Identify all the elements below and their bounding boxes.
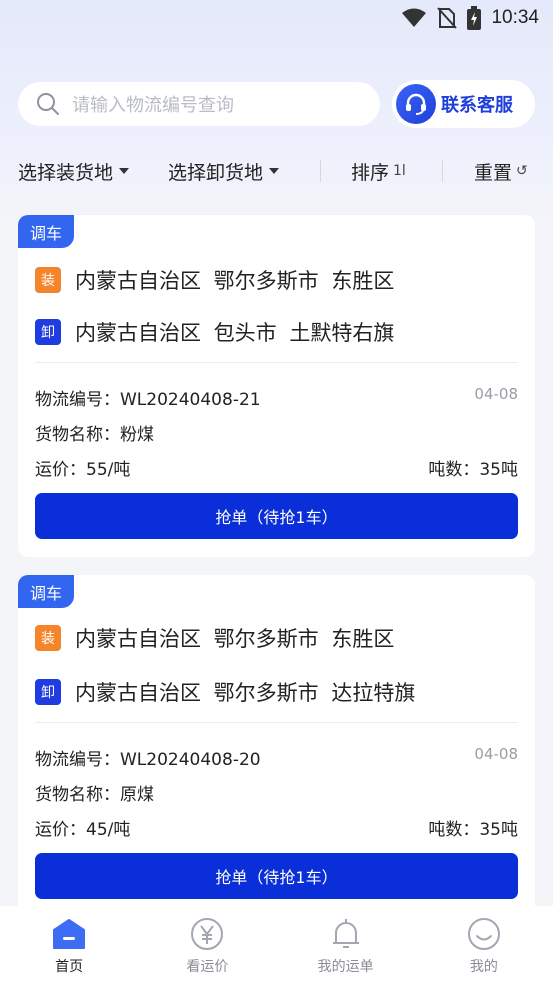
sort-button[interactable]: 排序 1l: [351, 154, 406, 188]
reset-button[interactable]: 重置 ↺: [474, 154, 528, 188]
load-place-dropdown[interactable]: 选择装货地: [18, 154, 130, 188]
divider: [442, 160, 443, 182]
tab-freight-price[interactable]: 看运价: [138, 906, 276, 983]
no-sim-icon: [437, 7, 458, 29]
unload-place-dropdown[interactable]: 选择卸货地: [168, 154, 280, 188]
tab-home[interactable]: 首页: [0, 906, 138, 983]
yuan-icon: [189, 916, 225, 952]
logistics-number: 物流编号：WL20240408-20: [35, 750, 261, 770]
tab-home-label: 首页: [55, 959, 84, 975]
goods-name: 货物名称：粉煤: [35, 425, 154, 445]
load-place-label: 选择装货地: [18, 161, 114, 184]
clock: 10:34: [491, 7, 539, 28]
contact-service-button[interactable]: 联系客服: [392, 80, 535, 128]
unload-badge: 卸: [35, 319, 61, 345]
tab-freight-price-label: 看运价: [186, 959, 229, 975]
grab-order-button[interactable]: 抢单（待抢1车）: [35, 853, 518, 899]
freight-price: 运价：55/吨: [35, 460, 131, 480]
status-icons: 10:34: [401, 6, 539, 30]
tab-my-waybill-label: 我的运单: [317, 959, 374, 975]
tab-mine-label: 我的: [469, 959, 498, 975]
load-route: 内蒙古自治区 鄂尔多斯市 东胜区: [75, 269, 395, 293]
sort-label: 排序: [351, 161, 390, 184]
search-icon: [37, 93, 59, 115]
dispatch-tag: 调车: [18, 215, 74, 248]
order-date: 04-08: [474, 745, 518, 763]
search-input[interactable]: 请输入物流编号查询: [18, 82, 380, 126]
unload-badge: 卸: [35, 679, 61, 705]
headset-icon: [396, 84, 436, 124]
tab-mine[interactable]: 我的: [415, 906, 553, 983]
battery-charging-icon: [467, 6, 482, 30]
dispatch-tag: 调车: [18, 575, 74, 608]
card-divider: [35, 362, 518, 363]
load-route-row: 装 内蒙古自治区 鄂尔多斯市 东胜区: [35, 265, 394, 295]
search-row: 请输入物流编号查询 联系客服: [18, 80, 535, 128]
caret-down-icon: [269, 168, 280, 174]
caret-down-icon: [119, 168, 130, 174]
filter-bar: 选择装货地 选择卸货地 排序 1l 重置 ↺: [18, 154, 535, 188]
load-route: 内蒙古自治区 鄂尔多斯市 东胜区: [75, 627, 395, 651]
unload-route: 内蒙古自治区 鄂尔多斯市 达拉特旗: [75, 681, 416, 705]
refresh-icon: ↺: [516, 163, 528, 179]
grab-order-button[interactable]: 抢单（待抢1车）: [35, 493, 518, 539]
goods-name: 货物名称：原煤: [35, 785, 154, 805]
wifi-icon: [402, 8, 427, 27]
sort-arrows-icon: 1l: [393, 163, 406, 179]
tab-my-waybill[interactable]: 我的运单: [277, 906, 415, 983]
tonnage: 吨数：35吨: [428, 460, 518, 480]
divider: [320, 160, 321, 182]
search-placeholder: 请输入物流编号查询: [72, 95, 234, 116]
bell-icon: [328, 916, 364, 952]
unload-route: 内蒙古自治区 包头市 土默特右旗: [75, 321, 395, 345]
unload-route-row: 卸 内蒙古自治区 包头市 土默特右旗: [35, 317, 394, 347]
order-card[interactable]: 调车 装 内蒙古自治区 鄂尔多斯市 东胜区 卸 内蒙古自治区 包头市 土默特右旗…: [18, 215, 535, 557]
tonnage: 吨数：35吨: [428, 820, 518, 840]
card-divider: [35, 722, 518, 723]
reset-label: 重置: [474, 161, 513, 184]
order-date: 04-08: [474, 385, 518, 403]
status-bar: 10:34: [0, 0, 553, 38]
bottom-tab-bar: 首页 看运价 我的运单 我的: [0, 906, 553, 983]
load-badge: 装: [35, 625, 61, 651]
unload-route-row: 卸 内蒙古自治区 鄂尔多斯市 达拉特旗: [35, 677, 415, 707]
load-route-row: 装 内蒙古自治区 鄂尔多斯市 东胜区: [35, 623, 394, 653]
load-badge: 装: [35, 267, 61, 293]
smiley-icon: [466, 916, 502, 952]
logistics-number: 物流编号：WL20240408-21: [35, 390, 261, 410]
order-card[interactable]: 调车 装 内蒙古自治区 鄂尔多斯市 东胜区 卸 内蒙古自治区 鄂尔多斯市 达拉特…: [18, 575, 535, 917]
contact-service-label: 联系客服: [441, 95, 513, 116]
freight-price: 运价：45/吨: [35, 820, 131, 840]
unload-place-label: 选择卸货地: [168, 161, 264, 184]
home-icon: [51, 916, 87, 952]
